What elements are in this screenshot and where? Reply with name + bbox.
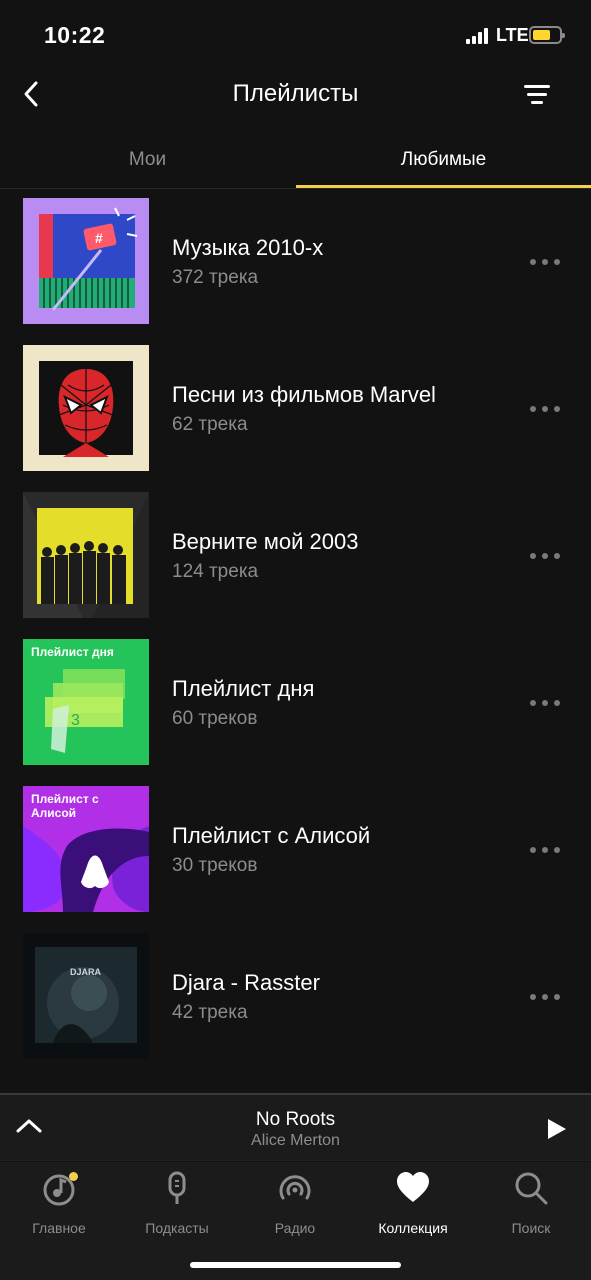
home-indicator [190,1262,401,1268]
svg-text:DJARA: DJARA [70,967,102,977]
page-title: Плейлисты [232,80,359,107]
svg-text:#: # [95,230,103,246]
playlist-title: Djara - Rasster [172,970,320,995]
heart-icon [397,1172,429,1202]
tab-label: Главное [32,1220,86,1236]
track-count: 30 треков [172,855,258,876]
play-button[interactable] [544,1117,568,1141]
playlist-row[interactable]: # Музыка 2010-х 372 трека [0,190,591,337]
playlist-row[interactable]: Песни из фильмов Marvel 62 трека [0,337,591,484]
sort-icon [524,85,550,104]
tab-collection[interactable]: Коллекция [354,1170,472,1240]
tab-search[interactable]: Поиск [472,1170,590,1240]
status-bar: 10:22 LTE [0,0,591,70]
playlist-cover: # [23,198,149,324]
track-count: 372 трека [172,267,259,288]
track-count: 42 трека [172,1002,248,1023]
more-options-button[interactable] [524,250,566,274]
playlist-cover [23,492,149,618]
playlist-cover: Плейлист с Алисой [23,786,149,912]
playlist-tabs: Мои Любимые [0,130,591,189]
playlist-cover: 3 Плейлист дня [23,639,149,765]
playlist-title: Музыка 2010-х [172,235,324,260]
now-playing-artist: Alice Merton [251,1132,340,1149]
microphone-icon [168,1171,186,1204]
search-icon [515,1172,548,1205]
playlist-cover: DJARA [23,933,149,1059]
more-options-button[interactable] [524,544,566,568]
more-options-button[interactable] [524,397,566,421]
playlist-title: Плейлист с Алисой [172,823,371,848]
playlist-cover [23,345,149,471]
playlist-title: Верните мой 2003 [172,529,359,554]
tab-radio[interactable]: Радио [236,1170,354,1240]
playlist-title: Песни из фильмов Marvel [172,382,436,407]
track-count: 124 трека [172,561,259,582]
playlist-row[interactable]: 3 Плейлист дня Плейлист дня 60 треков [0,631,591,778]
radio-icon [279,1175,311,1200]
play-icon [548,1119,566,1139]
tab-favorites[interactable]: Любимые [296,130,591,189]
signal-strength-icon [466,28,490,44]
tab-label: Подкасты [145,1220,209,1236]
tab-home[interactable]: Главное [0,1170,118,1240]
tab-label: Коллекция [378,1220,448,1236]
active-tab-indicator [296,185,591,188]
notification-dot [69,1172,78,1181]
track-count: 62 трека [172,414,248,435]
playlist-row[interactable]: DJARA Djara - Rasster 42 трека [0,925,591,1072]
status-time: 10:22 [44,22,106,48]
tab-label: Радио [274,1220,316,1236]
tab-mine[interactable]: Мои [0,130,295,189]
playlist-row[interactable]: Плейлист с Алисой Плейлист с Алисой 30 т… [0,778,591,925]
playlist-row[interactable]: Верните мой 2003 124 трека [0,484,591,631]
sort-button[interactable] [518,80,556,110]
playlist-title: Плейлист дня [172,676,315,701]
svg-text:3: 3 [71,712,80,729]
tab-label: Поиск [511,1220,551,1236]
nav-bar: Плейлисты [0,70,591,120]
more-options-button[interactable] [524,838,566,862]
track-count: 60 треков [172,708,258,729]
network-type: LTE [496,25,529,45]
battery-icon [529,26,565,44]
more-options-button[interactable] [524,691,566,715]
mini-player[interactable]: No Roots Alice Merton [0,1093,591,1161]
tab-podcasts[interactable]: Подкасты [118,1170,236,1240]
more-options-button[interactable] [524,985,566,1009]
now-playing-title: No Roots [255,1109,336,1130]
